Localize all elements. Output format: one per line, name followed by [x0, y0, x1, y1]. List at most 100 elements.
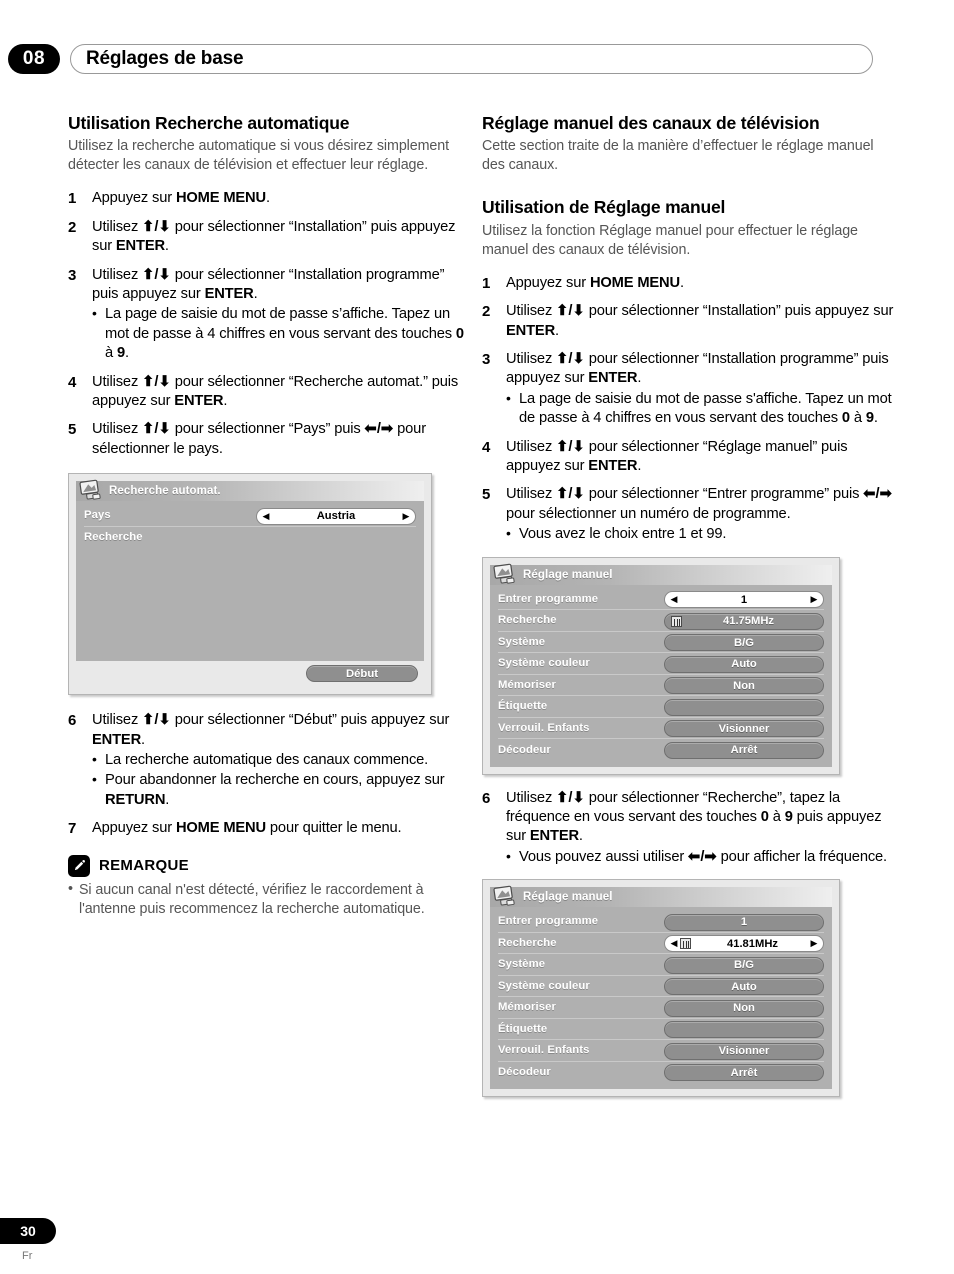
step-text: Utilisez ⬆︎/⬇︎ pour sélectionner “Entrer…	[506, 486, 892, 522]
osd-menu-row[interactable]: Étiquette	[498, 696, 824, 718]
osd-row-pays[interactable]: Pays ◀ Austria ▶	[84, 505, 416, 527]
osd-menu-row[interactable]: Système B/G	[498, 954, 824, 976]
left-section-intro: Utilisez la recherche automatique si vou…	[68, 138, 449, 174]
step-item: 2 Utilisez ⬆︎/⬇︎ pour sélectionner “Insta…	[68, 218, 468, 257]
osd-row-control[interactable]: Non	[664, 677, 824, 695]
chevron-right-icon[interactable]: ▶	[808, 595, 820, 604]
step-bullet-item: La page de saisie du mot de passe s’affi…	[92, 304, 468, 363]
tuner-icon	[671, 615, 682, 627]
osd-menu-row[interactable]: Décodeur Arrêt	[498, 739, 824, 761]
osd-row-value: B/G	[734, 636, 754, 649]
step-number: 7	[68, 820, 77, 838]
osd-row-control[interactable]: B/G	[664, 956, 824, 974]
right-steps-list-part2: 6 Utilisez ⬆︎/⬇︎ pour sélectionner “Reche…	[482, 789, 894, 868]
page-number-badge: 30	[0, 1218, 56, 1244]
step-item: 4 Utilisez ⬆︎/⬇︎ pour sélectionner “Reche…	[68, 373, 468, 412]
osd-row-label: Verrouil. Enfants	[498, 721, 590, 734]
osd-row-value: B/G	[734, 959, 754, 972]
osd-menu-row[interactable]: Entrer programme ◀ 1 ▶	[498, 589, 824, 611]
osd-menu-row[interactable]: Système couleur Auto	[498, 653, 824, 675]
osd-row-control[interactable]: 1	[664, 913, 824, 931]
step-number: 3	[482, 350, 491, 368]
chevron-right-icon[interactable]: ▶	[400, 511, 412, 521]
osd-menu-row[interactable]: Décodeur Arrêt	[498, 1062, 824, 1084]
osd-menu-row[interactable]: Recherche ◀ 41.81MHz ▶	[498, 933, 824, 955]
step-bullets: La page de saisie du mot de passe s’affi…	[92, 304, 468, 363]
osd-row-control[interactable]: 41.75MHz	[664, 612, 824, 630]
right-subsection-intro: Utilisez la fonction Réglage manuel pour…	[482, 222, 858, 258]
osd-row-label: Système	[498, 958, 546, 971]
osd-row-control[interactable]	[664, 1021, 824, 1039]
step-bullets: La page de saisie du mot de passe s'affi…	[506, 389, 894, 429]
osd-menu-row[interactable]: Système B/G	[498, 632, 824, 654]
osd-row-control[interactable]: Visionner	[664, 720, 824, 738]
osd-menu-row[interactable]: Verrouil. Enfants Visionner	[498, 718, 824, 740]
osd-row-control[interactable]: ◀ 41.81MHz ▶	[664, 935, 824, 953]
osd-menu-row[interactable]: Mémoriser Non	[498, 675, 824, 697]
step-bullet-item: La recherche automatique des canaux comm…	[92, 750, 468, 770]
osd-auto-search-footer: Début	[76, 661, 424, 687]
osd-row-control[interactable]: Visionner	[664, 1042, 824, 1060]
right-column: Réglage manuel des canaux de télévision …	[482, 113, 894, 1098]
osd-row-control[interactable]: Auto	[664, 655, 824, 673]
tv-screen-icon	[79, 479, 101, 500]
chevron-left-icon[interactable]: ◀	[668, 939, 680, 948]
osd-row-control[interactable]: Non	[664, 999, 824, 1017]
osd-row-pays-selector[interactable]: ◀ Austria ▶	[256, 507, 416, 525]
step-number: 5	[68, 421, 77, 439]
step-bullets: La recherche automatique des canaux comm…	[92, 750, 468, 810]
osd-menu-row[interactable]: Entrer programme 1	[498, 911, 824, 933]
osd-row-value: Non	[733, 1002, 755, 1015]
chevron-left-icon[interactable]: ◀	[668, 595, 680, 604]
osd-row-label: Décodeur	[498, 1066, 551, 1079]
osd-manual-panel-1: Réglage manuel Entrer programme ◀ 1 ▶ Recher…	[482, 556, 840, 775]
osd-menu-row[interactable]: Mémoriser Non	[498, 997, 824, 1019]
osd-row-control[interactable]: Arrêt	[664, 741, 824, 759]
step-item: 1 Appuyez sur HOME MENU.	[68, 189, 468, 208]
step-bullet-item: Vous avez le choix entre 1 et 99.	[506, 524, 894, 544]
step-text: Utilisez ⬆︎/⬇︎ pour sélectionner “Instal…	[506, 303, 894, 339]
step-item: 1 Appuyez sur HOME MENU.	[482, 274, 894, 293]
chevron-left-icon[interactable]: ◀	[260, 511, 272, 521]
osd-manual-2-title: Réglage manuel	[523, 891, 613, 904]
start-button[interactable]: Début	[306, 665, 418, 683]
chapter-number-badge: 08	[8, 44, 60, 74]
osd-row-control[interactable]: ◀ 1 ▶	[664, 591, 824, 609]
step-bullet-item: Vous pouvez aussi utiliser ⬅︎/➡︎ pour af…	[506, 847, 894, 867]
step-text: Appuyez sur HOME MENU pour quitter le me…	[92, 820, 402, 837]
note-title: REMARQUE	[99, 857, 189, 875]
osd-row-control[interactable]	[664, 698, 824, 716]
osd-row-value: 1	[740, 916, 748, 929]
osd-menu-row[interactable]: Recherche 41.75MHz	[498, 610, 824, 632]
chevron-right-icon[interactable]: ▶	[808, 939, 820, 948]
osd-auto-search-titlebar: Recherche automat.	[76, 479, 424, 502]
osd-menu-row[interactable]: Système couleur Auto	[498, 976, 824, 998]
osd-row-recherche[interactable]: Recherche	[84, 527, 416, 549]
osd-manual-panel-2: Réglage manuel Entrer programme 1 Recherch…	[482, 879, 840, 1098]
page-header: 08 Réglages de base	[0, 44, 954, 80]
osd-row-label: Système couleur	[498, 979, 590, 992]
osd-row-control[interactable]: B/G	[664, 634, 824, 652]
osd-manual-2-titlebar: Réglage manuel	[490, 885, 832, 908]
step-text: Utilisez ⬆︎/⬇︎ pour sélectionner “Pays” …	[92, 421, 426, 457]
right-section-intro: Cette section traite de la manière d’eff…	[482, 138, 874, 174]
step-number: 5	[482, 486, 491, 504]
pencil-icon	[68, 854, 90, 877]
step-text: Utilisez ⬆︎/⬇︎ pour sélectionner “Début”…	[92, 712, 450, 748]
osd-menu-row[interactable]: Verrouil. Enfants Visionner	[498, 1040, 824, 1062]
osd-row-value: Arrêt	[730, 744, 758, 757]
osd-row-control[interactable]: Auto	[664, 978, 824, 996]
osd-manual-1-title: Réglage manuel	[523, 568, 613, 581]
step-item: 6 Utilisez ⬆︎/⬇︎ pour sélectionner “Reche…	[482, 789, 894, 868]
osd-row-recherche-label: Recherche	[84, 531, 143, 544]
right-subsection-heading: Utilisation de Réglage manuel	[482, 197, 726, 218]
tuner-icon	[680, 938, 691, 950]
osd-manual-1-body: Entrer programme ◀ 1 ▶ Recherche 41.75MHz Syst…	[490, 584, 832, 767]
osd-menu-row[interactable]: Étiquette	[498, 1019, 824, 1041]
step-item: 5 Utilisez ⬆︎/⬇︎ pour sélectionner “Entre…	[482, 485, 894, 544]
osd-row-control[interactable]: Arrêt	[664, 1064, 824, 1082]
osd-row-value: Auto	[731, 658, 757, 671]
step-item: 3 Utilisez ⬆︎/⬇︎ pour sélectionner “Insta…	[482, 350, 894, 429]
step-text: Utilisez ⬆︎/⬇︎ pour sélectionner “Instal…	[92, 218, 456, 255]
step-item: 7 Appuyez sur HOME MENU pour quitter le m…	[68, 819, 468, 838]
